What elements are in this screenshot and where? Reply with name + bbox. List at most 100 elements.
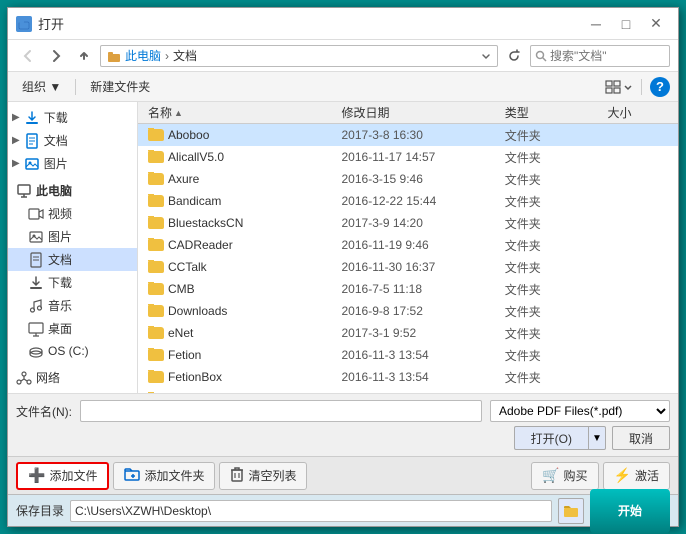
table-row[interactable]: Axure 2016-3-15 9:46 文件夹: [138, 168, 678, 190]
view-icon: [605, 79, 621, 95]
add-folder-button[interactable]: 添加文件夹: [113, 462, 215, 490]
open-button[interactable]: 打开(O): [514, 426, 588, 450]
folder-icon-9: [148, 327, 164, 339]
quick-access-section: ▶ 下载 ▶ 文档 ▶ 图片: [8, 106, 137, 175]
open-dropdown[interactable]: ▼: [588, 426, 606, 450]
add-file-button[interactable]: ➕ 添加文件: [16, 462, 109, 490]
sidebar-music-label: 音乐: [48, 297, 72, 314]
help-button[interactable]: ?: [650, 77, 670, 97]
picture-icon: [28, 229, 44, 245]
sidebar-drive-label: OS (C:): [48, 344, 89, 358]
sidebar-item-docs[interactable]: ▶ 文档: [8, 129, 137, 152]
table-row[interactable]: CCTalk 2016-11-30 16:37 文件夹: [138, 256, 678, 278]
sidebar-item-picture[interactable]: 图片: [8, 225, 137, 248]
doc-icon: [28, 252, 44, 268]
action-row: 打开(O) ▼ 取消: [16, 426, 670, 450]
file-type-9: 文件夹: [499, 325, 602, 342]
file-name-0: Aboboo: [168, 128, 209, 142]
sidebar-item-document[interactable]: 文档: [8, 248, 137, 271]
col-header-size[interactable]: 大小: [602, 102, 675, 123]
sidebar-item-drive[interactable]: OS (C:): [8, 340, 137, 362]
trash-icon: [230, 466, 244, 482]
buy-button[interactable]: 🛒 购买: [531, 462, 598, 490]
close-button[interactable]: ✕: [642, 14, 670, 34]
sidebar-item-music[interactable]: 音乐: [8, 294, 137, 317]
file-name-2: Axure: [168, 172, 199, 186]
file-list: Aboboo 2017-3-8 16:30 文件夹 AlicallV5.0 20…: [138, 124, 678, 393]
table-row[interactable]: Bandicam 2016-12-22 15:44 文件夹: [138, 190, 678, 212]
folder-plus-icon: [124, 467, 140, 481]
sidebar-picture-label: 图片: [48, 228, 72, 245]
up-button[interactable]: [72, 44, 96, 68]
add-folder-label: 添加文件夹: [144, 467, 204, 484]
table-row[interactable]: Downloads 2016-9-8 17:52 文件夹: [138, 300, 678, 322]
col-header-type[interactable]: 类型: [499, 102, 602, 123]
file-date-2: 2016-3-15 9:46: [336, 172, 499, 186]
search-bar[interactable]: [530, 45, 670, 67]
file-name-1: AlicallV5.0: [168, 150, 224, 164]
file-name-8: Downloads: [168, 304, 227, 318]
sidebar-item-desktop[interactable]: 桌面: [8, 317, 137, 340]
save-path-input[interactable]: [70, 500, 552, 522]
document-icon: [24, 133, 40, 149]
file-type-8: 文件夹: [499, 303, 602, 320]
breadcrumb-documents: 文档: [173, 47, 197, 64]
sidebar-item-network[interactable]: 网络: [8, 366, 137, 389]
save-path-row: 保存目录 开始: [8, 494, 678, 526]
add-file-label: 添加文件: [49, 467, 97, 484]
forward-button[interactable]: [44, 44, 68, 68]
filename-input[interactable]: [80, 400, 482, 422]
start-button[interactable]: 开始: [590, 489, 670, 533]
dialog-title: 打开: [38, 14, 64, 33]
dialog-icon: [16, 16, 32, 32]
organize-label: 组织 ▼: [22, 78, 61, 95]
col-header-date[interactable]: 修改日期: [336, 102, 499, 123]
back-button[interactable]: [16, 44, 40, 68]
file-name-11: FetionBox: [168, 370, 222, 384]
table-row[interactable]: eNet 2017-3-1 9:52 文件夹: [138, 322, 678, 344]
new-folder-button[interactable]: 新建文件夹: [84, 76, 156, 97]
organize-button[interactable]: 组织 ▼: [16, 76, 67, 97]
sidebar-item-download[interactable]: ▶ 下载: [8, 106, 137, 129]
sidebar-item-video[interactable]: 视频: [8, 202, 137, 225]
filetype-select[interactable]: Adobe PDF Files(*.pdf): [490, 400, 670, 422]
music-icon: [28, 298, 44, 314]
sidebar-item-this-pc[interactable]: 此电脑: [8, 179, 137, 202]
table-row[interactable]: AlicallV5.0 2016-11-17 14:57 文件夹: [138, 146, 678, 168]
sidebar-video-label: 视频: [48, 205, 72, 222]
search-input[interactable]: [550, 49, 686, 63]
folder-icon-4: [148, 217, 164, 229]
picture-icon-quick: [24, 156, 40, 172]
table-row[interactable]: FetionBox 2016-11-3 13:54 文件夹: [138, 366, 678, 388]
file-date-6: 2016-11-30 16:37: [336, 260, 499, 274]
activate-button[interactable]: ⚡ 激活: [603, 462, 670, 490]
table-row[interactable]: BluestacksCN 2017-3-9 14:20 文件夹: [138, 212, 678, 234]
col-name-label: 名称: [148, 104, 172, 121]
breadcrumb-this-pc[interactable]: 此电脑: [125, 47, 161, 64]
clear-list-button[interactable]: 清空列表: [219, 462, 307, 490]
cancel-button[interactable]: 取消: [612, 426, 670, 450]
table-row[interactable]: CMB 2016-7-5 11:18 文件夹: [138, 278, 678, 300]
col-header-name[interactable]: 名称 ▲: [142, 102, 336, 123]
sidebar-item-downloads[interactable]: 下载: [8, 271, 137, 294]
table-row[interactable]: CADReader 2016-11-19 9:46 文件夹: [138, 234, 678, 256]
refresh-button[interactable]: [502, 45, 526, 67]
folder-icon-5: [148, 239, 164, 251]
sidebar-item-pics[interactable]: ▶ 图片: [8, 152, 137, 175]
maximize-button[interactable]: □: [612, 14, 640, 34]
download-icon: [24, 110, 40, 126]
save-path-browse-button[interactable]: [558, 498, 584, 524]
table-row[interactable]: Aboboo 2017-3-8 16:30 文件夹: [138, 124, 678, 146]
view-button[interactable]: [605, 79, 633, 95]
file-list-container: 名称 ▲ 修改日期 类型 大小 Aboboo 2017-3-8 16:30 文件…: [138, 102, 678, 393]
file-type-10: 文件夹: [499, 347, 602, 364]
minimize-button[interactable]: ─: [582, 14, 610, 34]
col-type-label: 类型: [505, 104, 529, 121]
drive-icon: [28, 343, 44, 359]
file-date-5: 2016-11-19 9:46: [336, 238, 499, 252]
file-date-0: 2017-3-8 16:30: [336, 128, 499, 142]
filename-row: 文件名(N): Adobe PDF Files(*.pdf): [16, 400, 670, 422]
table-row[interactable]: Fetion 2016-11-3 13:54 文件夹: [138, 344, 678, 366]
folder-icon-6: [148, 261, 164, 273]
breadcrumb-bar[interactable]: 此电脑 › 文档: [100, 45, 498, 67]
